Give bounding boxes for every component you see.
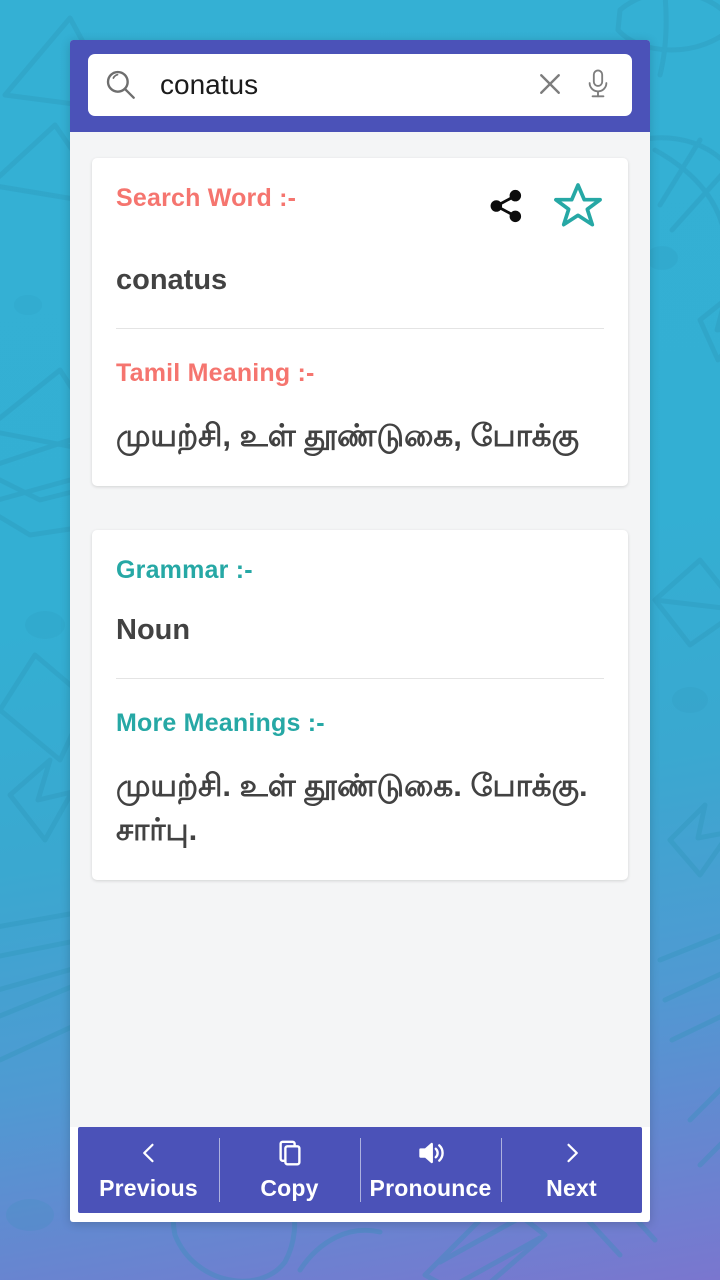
more-meanings-label: More Meanings :- bbox=[116, 709, 325, 738]
card-divider bbox=[116, 678, 604, 680]
search-word-label: Search Word :- bbox=[116, 184, 297, 212]
grammar-label: Grammar :- bbox=[116, 556, 253, 585]
copy-icon bbox=[275, 1138, 305, 1168]
next-label: Next bbox=[546, 1175, 597, 1201]
star-outline-icon bbox=[552, 180, 604, 235]
search-word-value: conatus bbox=[116, 264, 228, 296]
bottom-action-bar: Previous Copy Pronounce Next bbox=[78, 1127, 642, 1213]
share-button[interactable] bbox=[486, 186, 526, 229]
search-input[interactable] bbox=[148, 69, 522, 101]
next-button[interactable]: Next bbox=[501, 1127, 642, 1213]
clear-search-button[interactable] bbox=[530, 65, 570, 105]
wallpaper-background: Search Word :- bbox=[0, 0, 720, 1280]
pronounce-label: Pronounce bbox=[369, 1175, 492, 1201]
more-meanings-value: முயற்சி. உள் தூண்டுகை. போக்கு. சார்பு. bbox=[116, 768, 588, 848]
microphone-icon bbox=[583, 68, 613, 103]
search-word-header-row: Search Word :- bbox=[116, 183, 604, 235]
magnifier-icon bbox=[102, 66, 140, 104]
search-header bbox=[70, 40, 650, 132]
grammar-card: Grammar :- Noun More Meanings :- முயற்சி… bbox=[92, 530, 628, 881]
grammar-value: Noun bbox=[116, 614, 191, 647]
share-icon bbox=[486, 186, 526, 229]
pronounce-button[interactable]: Pronounce bbox=[360, 1127, 501, 1213]
favorite-button[interactable] bbox=[552, 180, 604, 235]
speaker-icon bbox=[415, 1138, 447, 1168]
tamil-meaning-value: முயற்சி, உள் தூண்டுகை, போக்கு bbox=[116, 418, 579, 454]
chevron-left-icon bbox=[136, 1138, 162, 1168]
search-bar[interactable] bbox=[88, 54, 632, 116]
card-divider bbox=[116, 328, 604, 330]
copy-button[interactable]: Copy bbox=[219, 1127, 360, 1213]
previous-button[interactable]: Previous bbox=[78, 1127, 219, 1213]
search-word-card: Search Word :- conatus Tamil Meaning:- … bbox=[92, 158, 628, 487]
chevron-right-icon bbox=[559, 1138, 585, 1168]
tamil-meaning-label: Tamil Meaning :- bbox=[116, 359, 315, 388]
card-action-group bbox=[486, 180, 604, 235]
copy-label: Copy bbox=[260, 1175, 319, 1201]
results-content: Search Word :- conatus Tamil Meaning:- … bbox=[70, 132, 650, 1127]
voice-search-button[interactable] bbox=[578, 65, 618, 105]
previous-label: Previous bbox=[99, 1175, 198, 1201]
close-icon bbox=[535, 69, 565, 102]
app-window: Search Word :- bbox=[70, 40, 650, 1222]
